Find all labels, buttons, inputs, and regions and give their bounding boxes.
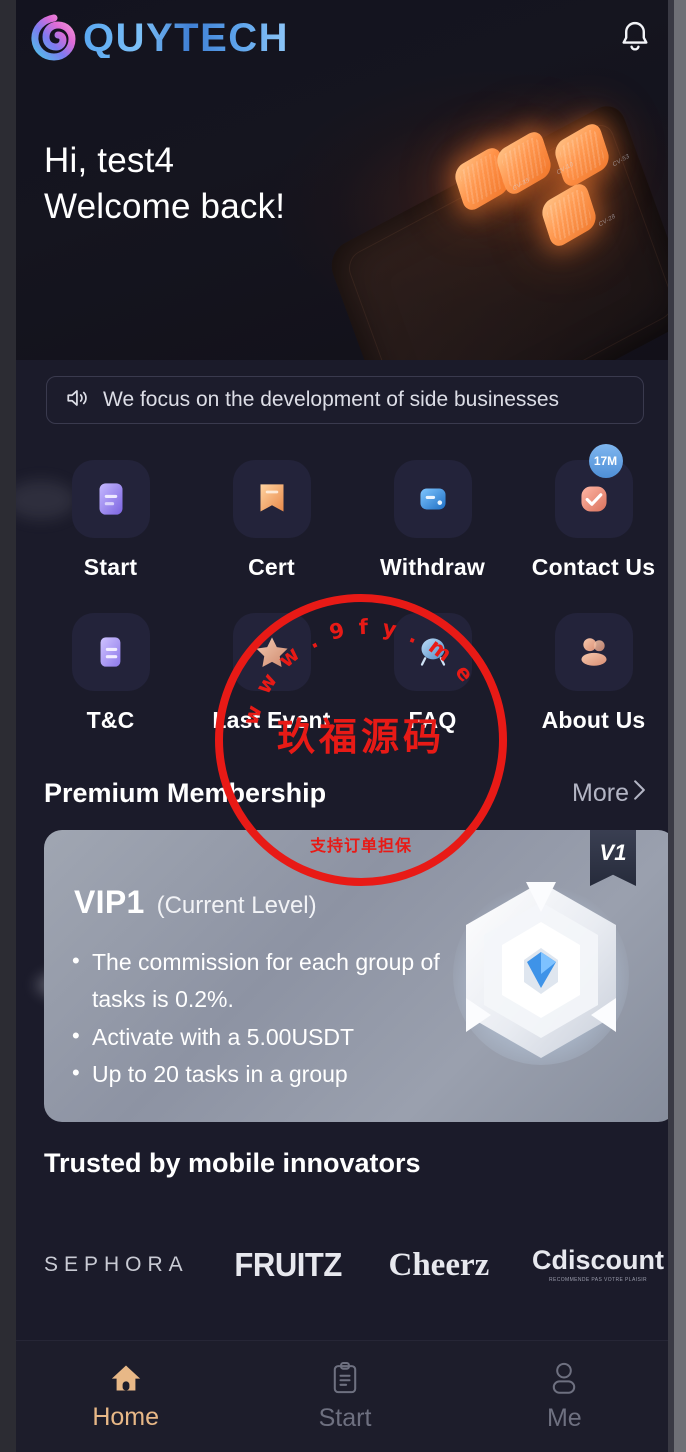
hexagon-gem-badge-icon	[446, 870, 636, 1070]
home-icon	[109, 1362, 143, 1399]
speaker-icon	[65, 387, 91, 414]
vip-benefit-list: The commission for each group of tasks i…	[68, 943, 448, 1093]
menu-item-label: Contact Us	[531, 554, 656, 580]
vip-title-row: VIP1 (Current Level)	[74, 884, 317, 921]
menu-item-withdraw[interactable]: Withdraw	[352, 460, 513, 581]
nav-item-label: Start	[318, 1403, 372, 1432]
vip-benefit-item: Activate with a 5.00USDT	[68, 1017, 448, 1056]
unread-badge: 17M	[588, 444, 623, 478]
star-icon	[232, 613, 311, 691]
start-rocket-icon	[71, 460, 150, 538]
brand-name: QUYTECH	[83, 16, 290, 60]
greeting-line-1: Hi, test4	[44, 141, 175, 180]
menu-item-contact-us[interactable]: 17M Contact Us	[513, 444, 674, 581]
vip-level-note: (Current Level)	[156, 892, 317, 919]
app-screen: CV-35 CV-10 CV-53 CV-28 QUYTECH Hi, test…	[0, 0, 686, 1452]
menu-item-faq[interactable]: FAQ	[352, 613, 513, 734]
menu-item-cert[interactable]: Cert	[191, 460, 352, 581]
quick-menu-row-1: Start Cert Withdraw 17M Contact Us	[30, 444, 674, 581]
announcement-bar[interactable]: We focus on the development of side busi…	[46, 376, 644, 424]
device-edge-left	[0, 0, 16, 1452]
nav-item-me[interactable]: Me	[455, 1361, 674, 1433]
menu-item-last-event[interactable]: Last Event	[191, 613, 352, 734]
trusted-section-title: Trusted by mobile innovators	[44, 1148, 421, 1178]
quick-menu-row-2: T&C Last Event FAQ About Us	[30, 613, 674, 734]
menu-item-label: Withdraw	[380, 554, 485, 580]
menu-item-label: Start	[83, 554, 138, 580]
menu-item-label: FAQ	[408, 707, 457, 733]
quytech-swirl-logo-icon	[30, 14, 78, 62]
contact-check-icon: 17M	[554, 444, 633, 538]
clipboard-icon	[330, 1361, 360, 1400]
menu-item-about-us[interactable]: About Us	[513, 613, 674, 734]
brand-logo-cheerz: Cheerz	[388, 1246, 490, 1283]
menu-item-label: About Us	[541, 707, 646, 733]
menu-item-start[interactable]: Start	[30, 460, 191, 581]
document-icon	[71, 613, 150, 691]
brand-logo-sephora: SEPHORA	[44, 1253, 189, 1276]
membership-more-link[interactable]: More	[572, 779, 646, 808]
vip-benefit-item: Up to 20 tasks in a group	[68, 1055, 448, 1093]
nav-item-label: Home	[92, 1402, 159, 1431]
screen-content: CV-35 CV-10 CV-53 CV-28 QUYTECH Hi, test…	[16, 0, 674, 1452]
person-icon	[548, 1361, 580, 1400]
withdraw-card-icon	[393, 460, 472, 538]
device-edge-right	[674, 0, 686, 1452]
page-title: Premium Membership	[44, 778, 327, 808]
top-bar: QUYTECH	[16, 0, 674, 76]
hero-phone-illustration	[325, 98, 674, 360]
nav-item-label: Me	[546, 1403, 582, 1432]
brand-logo-fruitz: FRUITZ	[234, 1246, 343, 1283]
announcement-text: We focus on the development of side busi…	[103, 388, 560, 411]
brand-logo[interactable]: QUYTECH	[30, 14, 289, 62]
vip-ribbon-label: V1	[599, 840, 627, 865]
certificate-icon	[232, 460, 311, 538]
brand-logo-cdiscount-tagline: RECOMMENDE PAS VOTRE PLAISIR	[548, 1277, 648, 1283]
people-icon	[554, 613, 633, 691]
nav-item-start[interactable]: Start	[235, 1361, 454, 1433]
brand-logo-row: SEPHORA FRUITZ Cheerz Cdiscount RECOMMEN…	[44, 1238, 664, 1292]
menu-item-tc[interactable]: T&C	[30, 613, 191, 734]
more-label: More	[572, 779, 629, 807]
quick-menu-grid: Start Cert Withdraw 17M Contact Us T&C L…	[30, 444, 674, 734]
nav-item-home[interactable]: Home	[16, 1362, 235, 1432]
bottom-navigation: Home Start Me	[16, 1340, 674, 1452]
menu-item-label: Last Event	[212, 707, 331, 733]
vip-level: VIP1	[74, 884, 145, 920]
brand-logo-cdiscount: Cdiscount RECOMMENDE PAS VOTRE PLAISIR	[532, 1247, 664, 1283]
vip-membership-card[interactable]: V1 VIP1 (Current Level) The commission f…	[44, 830, 674, 1122]
menu-item-label: T&C	[86, 707, 135, 733]
membership-section-header: Premium Membership More	[44, 778, 646, 809]
magnifier-icon	[393, 613, 472, 691]
greeting-block: Hi, test4 Welcome back!	[44, 138, 285, 230]
vip-benefit-item: The commission for each group of tasks i…	[68, 943, 448, 1019]
menu-item-label: Cert	[248, 554, 295, 580]
chevron-right-icon	[633, 779, 646, 808]
bell-icon[interactable]	[618, 19, 652, 57]
greeting-line-2: Welcome back!	[44, 187, 286, 227]
brand-logo-cdiscount-name: Cdiscount	[532, 1245, 664, 1275]
